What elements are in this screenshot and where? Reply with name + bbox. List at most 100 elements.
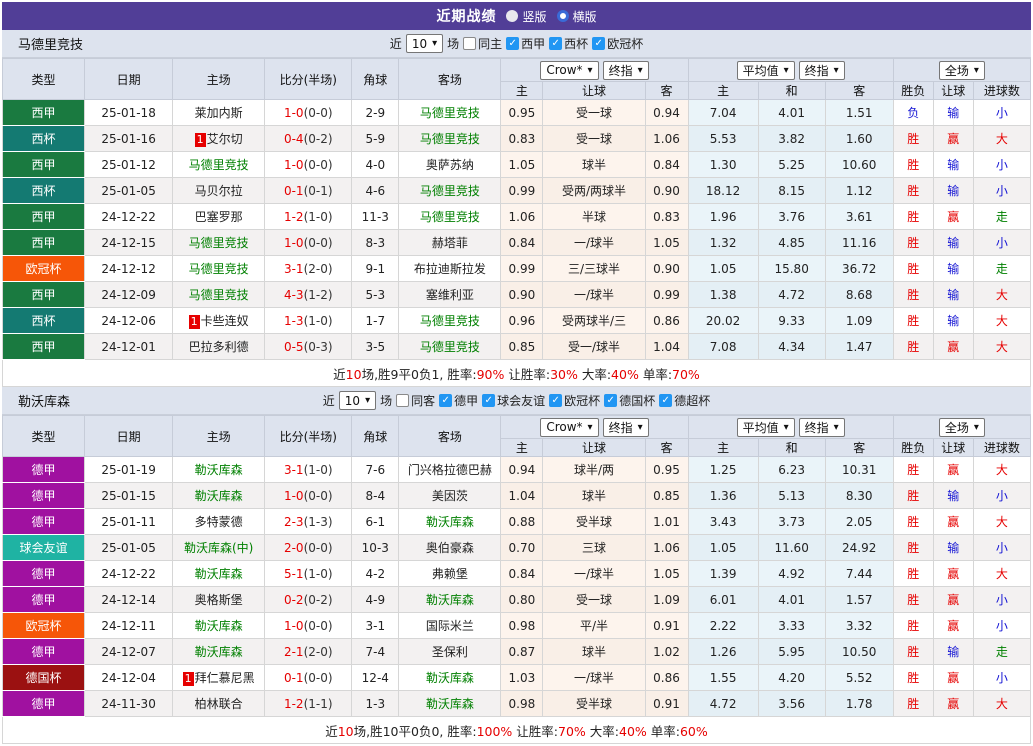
odds-home: 1.06: [500, 203, 544, 230]
avg-group-header: 平均值 ▾ 终指 ▾: [687, 58, 894, 82]
final-odds-select[interactable]: 终指 ▾: [602, 417, 649, 437]
avg-home: 1.26: [687, 638, 759, 665]
avg-away: 2.05: [824, 508, 894, 535]
crow-select[interactable]: Crow* ▾: [540, 417, 599, 437]
section-filterbar: 勒沃库森近 10 ▾ 场同客 ✓ 德甲 ✓ 球会友谊 ✓ 欧冠杯 ✓ 德国杯 ✓ 德超杯: [2, 387, 1031, 415]
crow-select[interactable]: Crow* ▾: [540, 60, 599, 80]
match-count-select[interactable]: 10 ▾: [338, 391, 377, 410]
layout-option-vertical[interactable]: 竖版: [506, 8, 547, 25]
match-date: 25-01-18: [84, 99, 174, 126]
odds-home: 1.04: [500, 482, 544, 509]
result-winloss: 胜: [892, 508, 934, 535]
match-count-select[interactable]: 10 ▾: [405, 34, 444, 53]
league-checkbox-4[interactable]: ✓ 德超杯: [659, 392, 710, 409]
odds-away: 0.90: [644, 177, 689, 204]
league-checkbox-1[interactable]: ✓ 球会友谊: [482, 392, 545, 409]
avg-away: 1.57: [824, 586, 894, 613]
league-badge: 德甲: [1, 586, 86, 613]
avg-away: 1.51: [824, 99, 894, 126]
corner-count: 4-2: [351, 560, 400, 587]
avg-draw: 9.33: [757, 307, 826, 334]
checked-checkbox-icon: ✓: [439, 394, 453, 407]
average-select-value: 平均值: [742, 420, 779, 435]
match-date: 25-01-05: [84, 534, 174, 561]
full-score: 0-5: [283, 339, 304, 354]
league-checkbox-2[interactable]: ✓ 欧冠杯: [549, 392, 600, 409]
result-winloss: 胜: [892, 638, 934, 665]
sub-winloss: 胜负: [892, 81, 934, 100]
sub-goals: 进球数: [972, 438, 1032, 457]
league-badge: 西杯: [1, 307, 86, 334]
average-select[interactable]: 平均值 ▾: [736, 60, 795, 80]
avg-away: 10.31: [824, 456, 894, 483]
home-team: 马德里竞技: [172, 151, 266, 178]
odds-home: 0.80: [500, 586, 544, 613]
match-date: 24-12-04: [84, 664, 174, 691]
result-goals: 大: [972, 281, 1032, 308]
result-winloss: 负: [892, 99, 934, 126]
near-label: 近: [322, 394, 335, 408]
league-checkbox-3[interactable]: ✓ 德国杯: [604, 392, 655, 409]
full-score: 2-0: [283, 540, 304, 555]
result-goals: 小: [972, 151, 1032, 178]
avg-away: 10.60: [824, 151, 894, 178]
result-winloss: 胜: [892, 203, 934, 230]
match-date: 24-12-09: [84, 281, 174, 308]
corner-count: 3-5: [351, 333, 400, 360]
half-score: (0-0): [303, 670, 333, 685]
score-cell: 0-1(0-1): [264, 177, 353, 204]
match-row: 西甲 25-01-18 莱加内斯 1-0(0-0) 2-9 马德里竞技 0.95 受一球 0.9…: [1, 99, 1032, 126]
match-row: 德国杯 24-12-04 1 拜仁慕尼黑 0-1(0-0) 12-4 勒沃库森 1.03 一/球…: [1, 664, 1032, 691]
same-side-checkbox[interactable]: 同客: [396, 392, 435, 409]
result-handicap: 输: [932, 307, 974, 334]
odds-away: 0.99: [644, 281, 689, 308]
odds-away: 1.06: [644, 125, 689, 152]
avg-draw: 6.23: [757, 456, 826, 483]
same-side-checkbox[interactable]: 同主: [463, 35, 502, 52]
radio-checked-icon: [556, 10, 569, 22]
away-team: 布拉迪斯拉发: [398, 255, 502, 282]
full-score: 1-0: [283, 235, 304, 250]
full-score: 1-2: [283, 696, 304, 711]
odds-away: 1.04: [644, 333, 689, 360]
average-select[interactable]: 平均值 ▾: [736, 417, 795, 437]
checked-checkbox-icon: ✓: [549, 37, 563, 50]
full-score: 0-4: [283, 131, 304, 146]
final-odds-select-2[interactable]: 终指 ▾: [798, 60, 845, 80]
match-row: 西甲 24-12-09 马德里竞技 4-3(1-2) 5-3 塞维利亚 0.90 一/球半 0.…: [1, 281, 1032, 308]
league-badge: 西杯: [1, 177, 86, 204]
league-checkbox-0[interactable]: ✓ 德甲: [439, 392, 478, 409]
league-checkbox-2[interactable]: ✓ 欧冠杯: [592, 35, 643, 52]
final-odds-select[interactable]: 终指 ▾: [602, 60, 649, 80]
sub-handicap-result: 让球: [932, 81, 974, 100]
match-date: 25-01-11: [84, 508, 174, 535]
match-date: 24-11-30: [84, 690, 174, 717]
handicap-line: 球半: [542, 638, 646, 665]
chevron-down-icon: ▾: [783, 64, 789, 76]
league-checkbox-1[interactable]: ✓ 西杯: [549, 35, 588, 52]
result-group-header: 全场 ▾: [892, 58, 1032, 82]
home-team: 马德里竞技: [172, 281, 266, 308]
half-score: (1-0): [303, 313, 333, 328]
full-match-select[interactable]: 全场 ▾: [938, 60, 985, 80]
filter-controls: 近 10 ▾ 场同主 ✓ 西甲 ✓ 西杯 ✓ 欧冠杯: [390, 34, 643, 53]
avg-home: 18.12: [687, 177, 759, 204]
away-team: 勒沃库森: [398, 586, 502, 613]
chevron-down-icon: ▾: [973, 421, 979, 433]
team-name: 马德里竞技: [18, 38, 84, 53]
avg-away: 24.92: [824, 534, 894, 561]
layout-option-horizontal[interactable]: 横版: [556, 8, 597, 25]
games-label: 场: [380, 394, 393, 408]
result-handicap: 赢: [932, 612, 974, 639]
final-odds-select-2[interactable]: 终指 ▾: [798, 417, 845, 437]
full-match-select-value: 全场: [944, 420, 969, 435]
full-match-select[interactable]: 全场 ▾: [938, 417, 985, 437]
score-cell: 0-5(0-3): [264, 333, 353, 360]
col-score: 比分(半场): [264, 415, 353, 457]
radio-unchecked-icon: [506, 10, 519, 22]
corner-count: 11-3: [351, 203, 400, 230]
result-winloss: 胜: [892, 664, 934, 691]
result-goals: 小: [972, 664, 1032, 691]
league-checkbox-0[interactable]: ✓ 西甲: [506, 35, 545, 52]
score-cell: 0-1(0-0): [264, 664, 353, 691]
